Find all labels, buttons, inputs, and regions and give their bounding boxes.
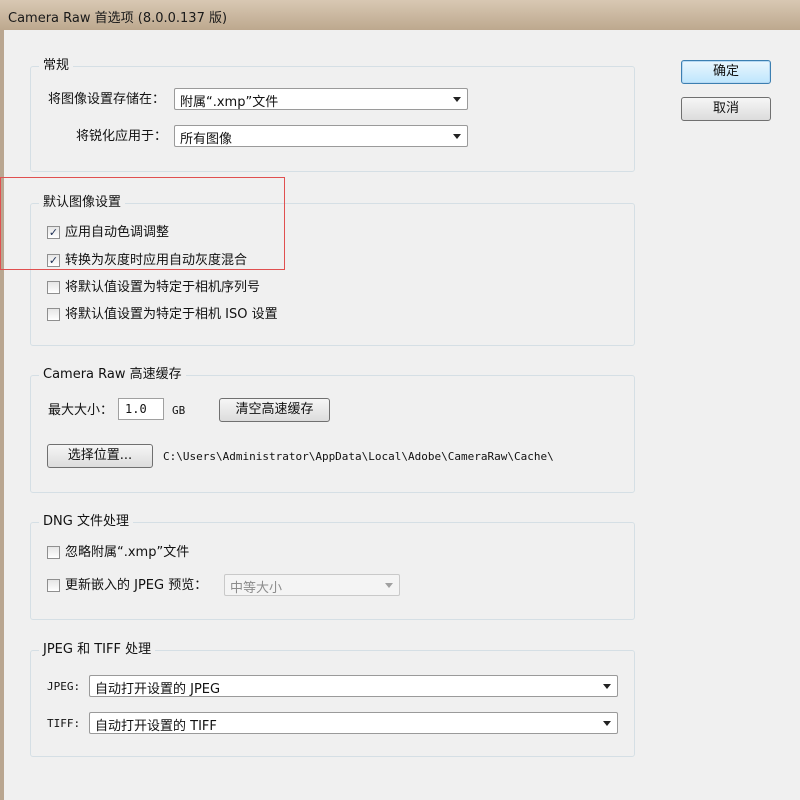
ignore-sidecar-label: 忽略附属“.xmp”文件: [65, 545, 190, 560]
max-size-label: 最大大小：: [48, 403, 114, 418]
preview-size-value: 中等大小: [230, 581, 283, 596]
ok-button[interactable]: 确定: [681, 60, 771, 84]
auto-grayscale-checkbox[interactable]: ✓: [47, 254, 60, 267]
cache-group-title: Camera Raw 高速缓存: [39, 367, 186, 383]
purge-cache-button[interactable]: 清空高速缓存: [219, 398, 330, 422]
camera-serial-label: 将默认值设置为特定于相机序列号: [65, 280, 261, 295]
chevron-down-icon: [453, 97, 461, 102]
tiff-handling-value: 自动打开设置的 TIFF: [95, 719, 217, 734]
save-settings-value: 附属“.xmp”文件: [180, 95, 279, 110]
general-group: 常规: [30, 58, 635, 172]
camera-iso-checkbox[interactable]: [47, 308, 60, 321]
window-titlebar[interactable]: Camera Raw 首选项 (8.0.0.137 版): [0, 0, 800, 30]
jpeg-label: JPEG:: [47, 680, 81, 693]
save-settings-label: 将图像设置存储在：: [48, 92, 166, 107]
dng-group: DNG 文件处理: [30, 514, 635, 620]
max-size-input[interactable]: 1.0: [118, 398, 164, 420]
ignore-sidecar-checkbox[interactable]: [47, 546, 60, 559]
chevron-down-icon: [453, 134, 461, 139]
default-settings-group-title: 默认图像设置: [39, 195, 126, 211]
general-group-title: 常规: [39, 58, 74, 74]
chevron-down-icon: [603, 721, 611, 726]
chevron-down-icon: [603, 684, 611, 689]
cache-path: C:\Users\Administrator\AppData\Local\Ado…: [163, 450, 554, 463]
save-settings-select[interactable]: 附属“.xmp”文件: [174, 88, 468, 110]
camera-iso-label: 将默认值设置为特定于相机 ISO 设置: [65, 307, 278, 322]
window-title: Camera Raw 首选项 (8.0.0.137 版): [8, 11, 228, 26]
auto-tone-checkbox[interactable]: ✓: [47, 226, 60, 239]
chevron-down-icon: [385, 583, 393, 588]
select-location-button[interactable]: 选择位置...: [47, 444, 153, 468]
auto-tone-label: 应用自动色调调整: [65, 225, 170, 240]
jpeg-handling-value: 自动打开设置的 JPEG: [95, 682, 221, 697]
tiff-label: TIFF:: [47, 717, 81, 730]
update-previews-checkbox[interactable]: [47, 579, 60, 592]
tiff-handling-select[interactable]: 自动打开设置的 TIFF: [89, 712, 618, 734]
jpeg-handling-select[interactable]: 自动打开设置的 JPEG: [89, 675, 618, 697]
sharpening-value: 所有图像: [180, 132, 233, 147]
max-size-value: 1.0: [125, 402, 147, 416]
checkmark-icon: ✓: [48, 254, 59, 267]
preview-size-select[interactable]: 中等大小: [224, 574, 400, 596]
auto-grayscale-label: 转换为灰度时应用自动灰度混合: [65, 253, 248, 268]
cancel-button[interactable]: 取消: [681, 97, 771, 121]
update-previews-label: 更新嵌入的 JPEG 预览：: [65, 578, 208, 593]
max-size-unit: GB: [172, 404, 186, 417]
cache-group: Camera Raw 高速缓存: [30, 367, 635, 493]
sharpening-select[interactable]: 所有图像: [174, 125, 468, 147]
checkmark-icon: ✓: [48, 226, 59, 239]
jpeg-tiff-group: JPEG 和 TIFF 处理: [30, 642, 635, 757]
sharpening-label: 将锐化应用于：: [76, 129, 168, 144]
dng-group-title: DNG 文件处理: [39, 514, 133, 530]
camera-serial-checkbox[interactable]: [47, 281, 60, 294]
jpeg-tiff-group-title: JPEG 和 TIFF 处理: [39, 642, 156, 658]
